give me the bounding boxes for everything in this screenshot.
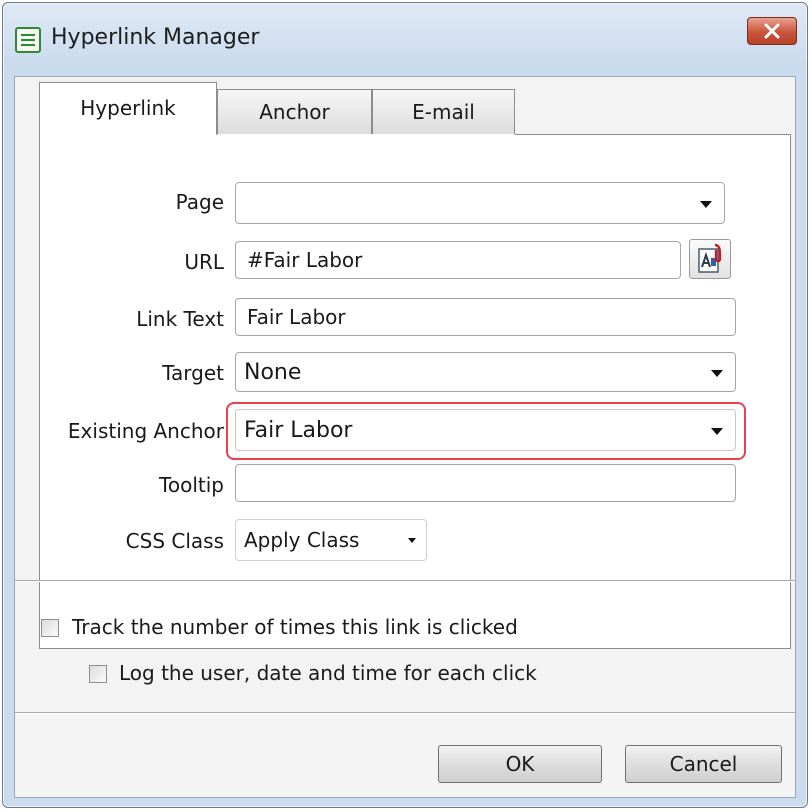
tooltip-label: Tooltip (159, 473, 224, 497)
link-text-label: Link Text (136, 307, 224, 331)
target-select-value: None (244, 359, 302, 385)
ok-button[interactable]: OK (438, 745, 602, 783)
url-label: URL (184, 250, 224, 274)
log-user-label[interactable]: Log the user, date and time for each cli… (119, 661, 537, 685)
hyperlink-manager-window: Hyperlink Manager Hyperlink Anchor E-mai… (2, 2, 808, 808)
url-input-value: #Fair Labor (247, 248, 363, 272)
dialog-client-area: Hyperlink Anchor E-mail Page URL #Fair L… (14, 76, 796, 798)
tab-hyperlink[interactable]: Hyperlink (39, 82, 217, 135)
existing-anchor-select[interactable]: Fair Labor (235, 409, 736, 451)
document-lines-icon (15, 27, 41, 53)
page-label: Page (175, 190, 224, 214)
separator-highlight (15, 713, 795, 714)
dropdown-caret-icon (700, 201, 712, 208)
target-select[interactable]: None (235, 352, 736, 392)
target-label: Target (162, 361, 224, 385)
cancel-button[interactable]: Cancel (625, 745, 782, 783)
css-class-select[interactable]: Apply Class (235, 519, 427, 561)
track-clicks-label[interactable]: Track the number of times this link is c… (72, 615, 518, 639)
tooltip-input[interactable] (235, 464, 736, 502)
close-x-icon (764, 23, 780, 39)
tab-email[interactable]: E-mail (372, 89, 515, 135)
dropdown-caret-icon (711, 428, 723, 435)
separator-highlight (15, 581, 795, 582)
dropdown-caret-icon (711, 370, 723, 377)
page-select[interactable] (235, 182, 725, 224)
tab-anchor[interactable]: Anchor (217, 89, 372, 135)
document-clip-icon (698, 243, 722, 273)
log-user-checkbox[interactable] (89, 665, 107, 683)
dropdown-caret-icon (408, 538, 416, 543)
link-text-input-value: Fair Labor (247, 305, 346, 329)
close-button[interactable] (747, 17, 797, 45)
title-bar[interactable]: Hyperlink Manager (3, 3, 807, 73)
tab-label: Anchor (259, 100, 330, 124)
hyperlink-tab-panel: Page URL #Fair Labor Link Text Fair Labo… (39, 134, 791, 649)
existing-anchor-select-value: Fair Labor (244, 417, 353, 443)
cancel-button-label: Cancel (669, 752, 738, 776)
window-title: Hyperlink Manager (51, 25, 260, 50)
css-class-label: CSS Class (125, 529, 224, 553)
track-clicks-checkbox[interactable] (41, 619, 59, 637)
ok-button-label: OK (505, 752, 535, 776)
existing-anchor-label: Existing Anchor (67, 419, 224, 443)
tab-label: E-mail (412, 100, 475, 124)
url-input[interactable]: #Fair Labor (235, 241, 681, 279)
tab-label: Hyperlink (80, 96, 176, 120)
css-class-select-value: Apply Class (244, 528, 360, 552)
document-browse-button[interactable] (689, 239, 731, 279)
link-text-input[interactable]: Fair Labor (235, 298, 736, 336)
